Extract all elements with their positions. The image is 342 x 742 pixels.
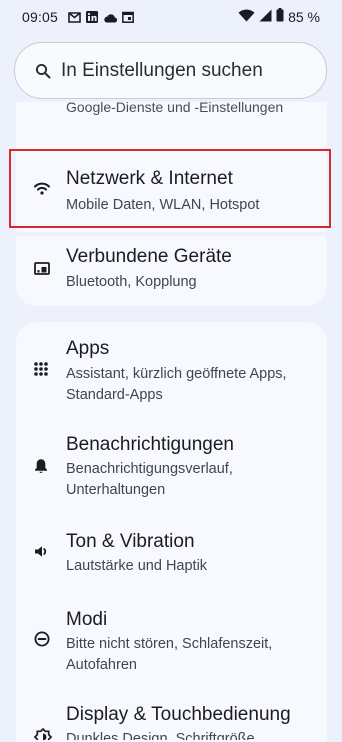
settings-item-title: Ton & Vibration (66, 531, 195, 552)
settings-item-title: Benachrichtigungen (66, 434, 234, 455)
settings-item-title: Display & Touchbedienung (66, 704, 291, 725)
modes-icon (34, 631, 50, 652)
status-bar: 09:05 85 % (0, 0, 342, 34)
settings-item-subtitle: Lautstärke und Haptik (66, 558, 208, 574)
settings-item-title: Apps (66, 338, 110, 359)
notification-icons (68, 10, 134, 26)
settings-item-connected-devices[interactable]: Verbundene Geräte Bluetooth, Kopplung (0, 236, 342, 306)
settings-item-modes[interactable]: Modi Bitte nicht stören, Schlafenszeit, … (0, 603, 342, 688)
settings-item-apps[interactable]: Apps Assistant, kürzlich geöffnete Apps,… (0, 330, 342, 415)
display-icon (33, 727, 53, 740)
search-icon (35, 63, 51, 84)
settings-item-subtitle: Bluetooth, Kopplung (66, 274, 197, 290)
battery-icon (276, 8, 284, 25)
settings-item-display[interactable]: Display & Touchbedienung Dunkles Design,… (0, 700, 342, 740)
settings-item-title: Modi (66, 609, 108, 630)
settings-item-subtitle: Assistant, kürzlich geöffnete Apps, Stan… (66, 366, 287, 403)
devices-icon (34, 262, 50, 280)
settings-item-subtitle: Dunkles Design, Schriftgröße (66, 731, 255, 740)
status-time: 09:05 (22, 9, 59, 25)
settings-item-subtitle: Benachrichtigungsverlauf, Unterhaltungen (66, 461, 233, 498)
bell-icon (34, 458, 48, 479)
cloud-icon (103, 10, 118, 26)
linkedin-icon (86, 10, 98, 26)
settings-item-notifications[interactable]: Benachrichtigungen Benachrichtigungsverl… (0, 428, 342, 513)
highlight-box (9, 149, 331, 228)
wifi-icon (238, 9, 255, 25)
search-placeholder: In Einstellungen suchen (61, 60, 263, 81)
truncated-google-item-subtitle[interactable]: Google-Dienste und -Einstellungen (66, 102, 283, 119)
calendar-icon (122, 10, 134, 26)
apps-grid-icon (34, 362, 48, 381)
settings-search-bar[interactable]: In Einstellungen suchen (14, 42, 327, 99)
settings-item-title: Verbundene Geräte (66, 246, 232, 267)
settings-item-subtitle: Bitte nicht stören, Schlafenszeit, Autof… (66, 636, 273, 673)
cellular-signal-icon (259, 9, 272, 25)
system-status: 85 % (238, 8, 320, 25)
gmail-icon (68, 10, 81, 26)
battery-percentage: 85 % (288, 8, 320, 25)
volume-icon (34, 545, 49, 563)
settings-item-sound[interactable]: Ton & Vibration Lautstärke und Haptik (0, 525, 342, 595)
